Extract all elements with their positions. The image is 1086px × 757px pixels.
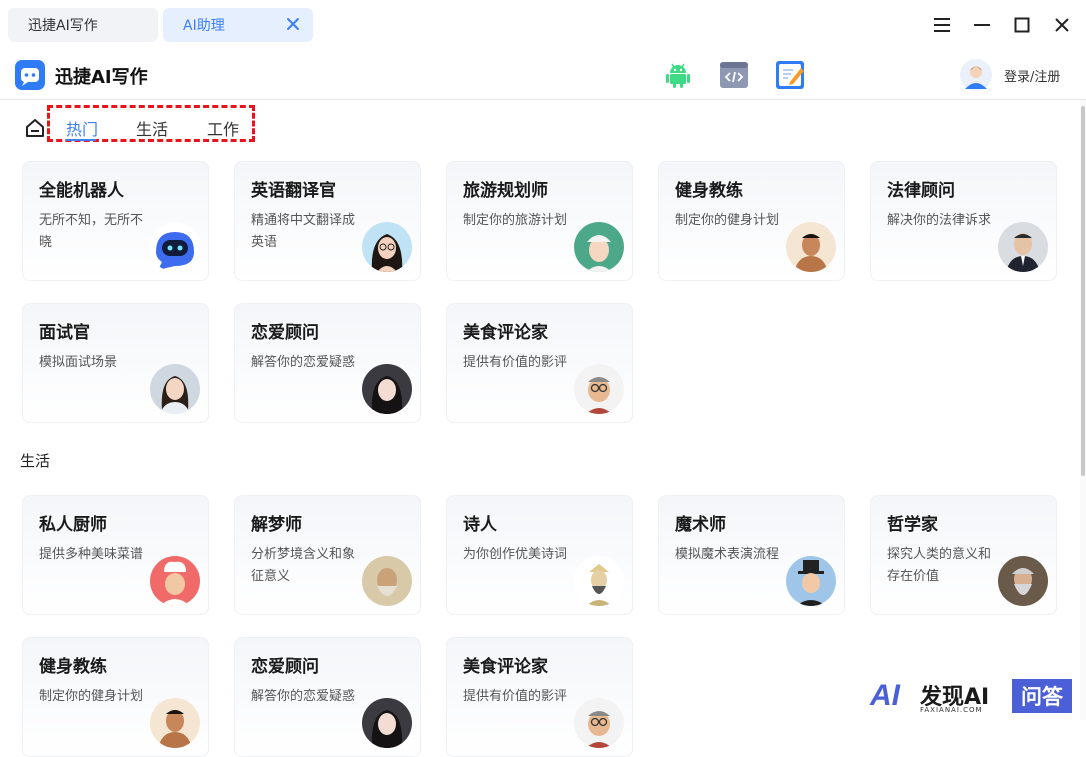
- card-description: 解决你的法律诉求: [887, 213, 992, 228]
- tab-ai-assistant[interactable]: AI助理: [163, 8, 313, 42]
- card-title: 恋爱顾问: [251, 323, 319, 343]
- poet-avatar-icon: [574, 556, 624, 606]
- card-title: 英语翻译官: [251, 181, 336, 201]
- card-title: 恋爱顾问: [251, 657, 319, 677]
- edit-icon[interactable]: [775, 60, 805, 90]
- interviewer-avatar-icon: [150, 364, 200, 414]
- tab-label: 迅捷AI写作: [28, 18, 98, 34]
- card-title: 法律顾问: [887, 181, 955, 201]
- card-description: 为你创作优美诗词: [463, 547, 568, 562]
- assistant-card[interactable]: 私人厨师提供多种美味菜谱: [22, 495, 209, 615]
- love-avatar-icon: [362, 698, 412, 748]
- code-icon[interactable]: [719, 60, 749, 90]
- watermark-badge: 问答: [1012, 679, 1072, 713]
- critic-avatar-icon: [574, 364, 624, 414]
- assistant-card[interactable]: 旅游规划师制定你的旅游计划: [446, 161, 633, 281]
- minimize-icon[interactable]: [969, 12, 995, 38]
- card-description: 精通将中文翻译成英语: [251, 213, 356, 250]
- card-description: 分析梦境含义和象征意义: [251, 547, 356, 584]
- assistant-card[interactable]: 恋爱顾问解答你的恋爱疑惑: [234, 637, 421, 757]
- assistant-card[interactable]: 魔术师模拟魔术表演流程: [658, 495, 845, 615]
- section-title-life: 生活: [20, 452, 51, 470]
- category-tab-work[interactable]: 工作: [207, 116, 239, 140]
- assistant-card[interactable]: 面试官 模拟面试场景: [22, 303, 209, 423]
- tab-xunjie-writing[interactable]: 迅捷AI写作: [8, 8, 158, 42]
- assistant-card[interactable]: 解梦师分析梦境含义和象征意义: [234, 495, 421, 615]
- card-description: 解答你的恋爱疑惑: [251, 355, 356, 370]
- user-avatar-icon[interactable]: [960, 59, 992, 91]
- scrollbar-thumb[interactable]: [1081, 106, 1085, 476]
- assistant-card[interactable]: 美食评论家提供有价值的影评: [446, 303, 633, 423]
- title-bar: 迅捷AI写作 AI助理: [0, 0, 1086, 50]
- card-title: 解梦师: [251, 515, 302, 535]
- assistant-card[interactable]: 英语翻译官精通将中文翻译成英语: [234, 161, 421, 281]
- maximize-icon[interactable]: [1009, 12, 1035, 38]
- home-icon[interactable]: [24, 117, 46, 139]
- card-title: 美食评论家: [463, 657, 548, 677]
- traveler-avatar-icon: [574, 222, 624, 272]
- card-title: 全能机器人: [39, 181, 124, 201]
- assistant-card[interactable]: 健身教练制定你的健身计划: [658, 161, 845, 281]
- assistant-card[interactable]: 法律顾问解决你的法律诉求: [870, 161, 1057, 281]
- card-title: 健身教练: [39, 657, 107, 677]
- card-title: 健身教练: [675, 181, 743, 201]
- android-icon[interactable]: [663, 60, 693, 90]
- woman-avatar-icon: [362, 222, 412, 272]
- critic-avatar-icon: [574, 698, 624, 748]
- app-title: 迅捷AI写作: [55, 67, 148, 88]
- card-description: 解答你的恋爱疑惑: [251, 689, 356, 704]
- watermark-subtext: FAXIANAI.COM: [920, 706, 983, 714]
- card-description: 制定你的旅游计划: [463, 213, 568, 228]
- card-description: 提供有价值的影评: [463, 355, 568, 370]
- card-title: 美食评论家: [463, 323, 548, 343]
- assistant-card[interactable]: 美食评论家提供有价值的影评: [446, 637, 633, 757]
- watermark: AI 发现AI FAXIANAI.COM 问答: [860, 675, 1080, 720]
- assistant-card[interactable]: 诗人为你创作优美诗词: [446, 495, 633, 615]
- assistant-card[interactable]: 全能机器人无所不知，无所不晓: [22, 161, 209, 281]
- app-header: 迅捷AI写作 登录/注册: [0, 50, 1086, 100]
- card-title: 诗人: [463, 515, 497, 535]
- athlete-avatar-icon: [786, 222, 836, 272]
- magician-avatar-icon: [786, 556, 836, 606]
- card-description: 提供多种美味菜谱: [39, 547, 144, 562]
- card-title: 面试官: [39, 323, 90, 343]
- athlete-avatar-icon: [150, 698, 200, 748]
- app-logo-icon: [15, 60, 45, 90]
- category-tab-hot[interactable]: 热门: [66, 116, 98, 140]
- active-tab-indicator: [66, 139, 96, 141]
- card-title: 哲学家: [887, 515, 938, 535]
- assistant-card[interactable]: 健身教练制定你的健身计划: [22, 637, 209, 757]
- menu-icon[interactable]: [929, 12, 955, 38]
- card-description: 探究人类的意义和存在价值: [887, 547, 992, 584]
- chef-avatar-icon: [150, 556, 200, 606]
- card-title: 私人厨师: [39, 515, 107, 535]
- love-avatar-icon: [362, 364, 412, 414]
- close-icon[interactable]: [285, 16, 301, 32]
- sage-avatar-icon: [362, 556, 412, 606]
- close-window-icon[interactable]: [1049, 12, 1075, 38]
- robot-avatar-icon: [150, 222, 200, 272]
- tab-label: AI助理: [183, 18, 225, 34]
- card-description: 模拟魔术表演流程: [675, 547, 780, 562]
- card-description: 提供有价值的影评: [463, 689, 568, 704]
- card-description: 制定你的健身计划: [39, 689, 144, 704]
- philosopher-avatar-icon: [998, 556, 1048, 606]
- assistant-card[interactable]: 恋爱顾问解答你的恋爱疑惑: [234, 303, 421, 423]
- card-title: 旅游规划师: [463, 181, 548, 201]
- category-tab-life[interactable]: 生活: [136, 116, 168, 140]
- login-register-link[interactable]: 登录/注册: [1004, 66, 1060, 85]
- card-title: 魔术师: [675, 515, 726, 535]
- assistant-card[interactable]: 哲学家探究人类的意义和存在价值: [870, 495, 1057, 615]
- card-description: 模拟面试场景: [39, 355, 118, 370]
- lawyer-avatar-icon: [998, 222, 1048, 272]
- watermark-logo: AI: [870, 679, 900, 712]
- card-description: 无所不知，无所不晓: [39, 213, 144, 250]
- card-description: 制定你的健身计划: [675, 213, 780, 228]
